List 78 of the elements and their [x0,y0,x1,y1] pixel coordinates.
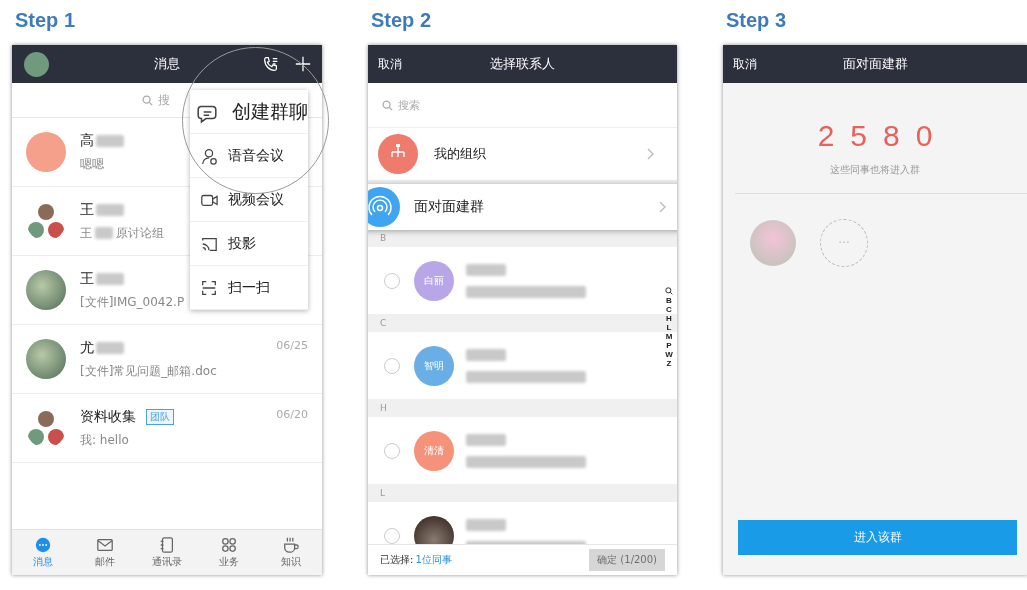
blurred-text [466,518,506,531]
menu-item[interactable]: 语音会议 [190,134,308,178]
grid-icon [220,536,238,554]
row-label: 我的组织 [434,145,487,163]
selection-label: 已选择: [380,553,414,567]
section-header: L [380,488,385,498]
sender-name: 王 [80,224,92,242]
selected-count-link[interactable]: 1位同事 [415,553,452,567]
blurred-text [466,348,506,361]
person-icon [200,146,218,165]
avatar-circle: 清清 [414,430,454,471]
message-preview: 我: hello [80,431,129,449]
highlighted-row[interactable]: 面对面建群 [368,184,677,230]
search-icon [382,99,393,111]
index-letter[interactable]: B [666,296,672,305]
contact-name: 尤 [80,338,94,357]
menu-item[interactable]: 扫一扫 [190,266,308,310]
step-heading: Step 1 [14,8,77,33]
row-label: 面对面建群 [414,198,485,216]
step-heading: Step 2 [370,8,433,33]
nav-tab[interactable]: 邮件 [80,536,130,569]
menu-item[interactable]: 视频会议 [190,178,308,222]
search-icon [142,94,153,106]
index-letter[interactable]: L [666,323,672,332]
avatar-placeholder [750,220,796,266]
index-letter[interactable]: M [665,332,673,341]
cup-icon [282,536,300,554]
avatar-placeholder [24,51,49,77]
chevron-right-icon [659,201,667,213]
screen-title: 面对面建群 [842,55,908,73]
envelope-icon [96,536,114,554]
message-preview: [文件]IMG_0042.P [80,293,185,311]
step-heading: Step 3 [725,8,788,33]
signal-icon [368,187,400,227]
menu-item[interactable]: 创建群聊 [190,90,308,134]
index-letter[interactable]: C [666,305,672,314]
section-header: H [380,403,387,413]
index-letter[interactable]: H [666,314,672,323]
contact-name: 王 [80,200,94,219]
index-letter[interactable]: P [666,341,672,350]
message-preview: 嗯嗯 [80,155,104,173]
contact-name: 高 [80,131,94,150]
cancel-button[interactable]: 取消 [733,55,757,73]
scan-icon [200,278,218,297]
blurred-text [466,433,506,446]
screen-title: 消息 [154,55,180,73]
plus-icon[interactable] [294,55,312,73]
blurred-text [95,227,113,239]
message-preview: 原讨论组 [116,224,164,242]
hint-text: 这些同事也将进入群 [829,163,921,177]
team-tag: 团队 [146,408,174,425]
section-header: C [380,318,387,328]
group-code: 2580 [816,119,950,153]
search-icon [665,287,673,295]
index-letter[interactable]: W [665,350,673,359]
avatar-circle: 白丽 [414,260,454,301]
message-time: 06/20 [276,408,308,421]
message-time: 06/25 [276,339,308,352]
index-letter[interactable]: Z [666,359,672,368]
contact-name: 资料收集 [80,407,136,426]
org-chart-icon [378,134,418,174]
avatar-circle: 智明 [414,345,454,386]
screen-title: 选择联系人 [490,55,555,73]
chat-bubble-icon [34,536,52,554]
section-header: B [380,233,387,243]
cancel-button[interactable]: 取消 [378,55,402,73]
message-preview: [文件]常见问题_邮箱.doc [80,362,217,380]
chat-row[interactable]: 尤 [文件]常见问题_邮箱.doc 06/25 [12,325,322,394]
blurred-text [466,263,506,276]
nav-tab[interactable]: 业务 [204,536,254,569]
phone-icon[interactable] [262,55,280,73]
chat-row[interactable]: 资料收集 团队 我: hello 06/20 [12,394,322,463]
chevron-right-icon [647,148,655,160]
nav-tab[interactable]: 通讯录 [142,536,192,569]
menu-item[interactable]: 投影 [190,222,308,266]
nav-tab[interactable]: 知识 [266,536,316,569]
address-book-icon [158,536,176,554]
contact-name: 王 [80,269,94,288]
